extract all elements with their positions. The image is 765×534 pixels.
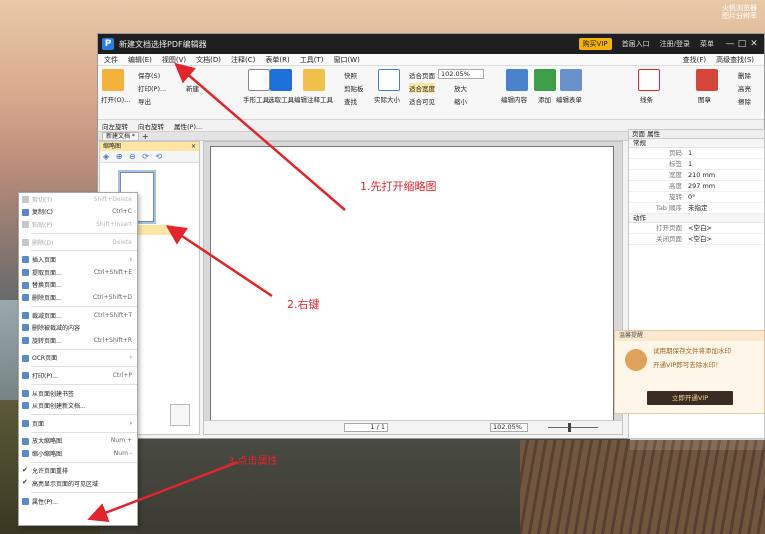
arrow-to-view-menu bbox=[174, 62, 346, 211]
annotation-arrows bbox=[87, 62, 346, 522]
arrow-to-properties-item bbox=[87, 460, 239, 522]
arrow-to-thumbnail bbox=[165, 225, 273, 298]
